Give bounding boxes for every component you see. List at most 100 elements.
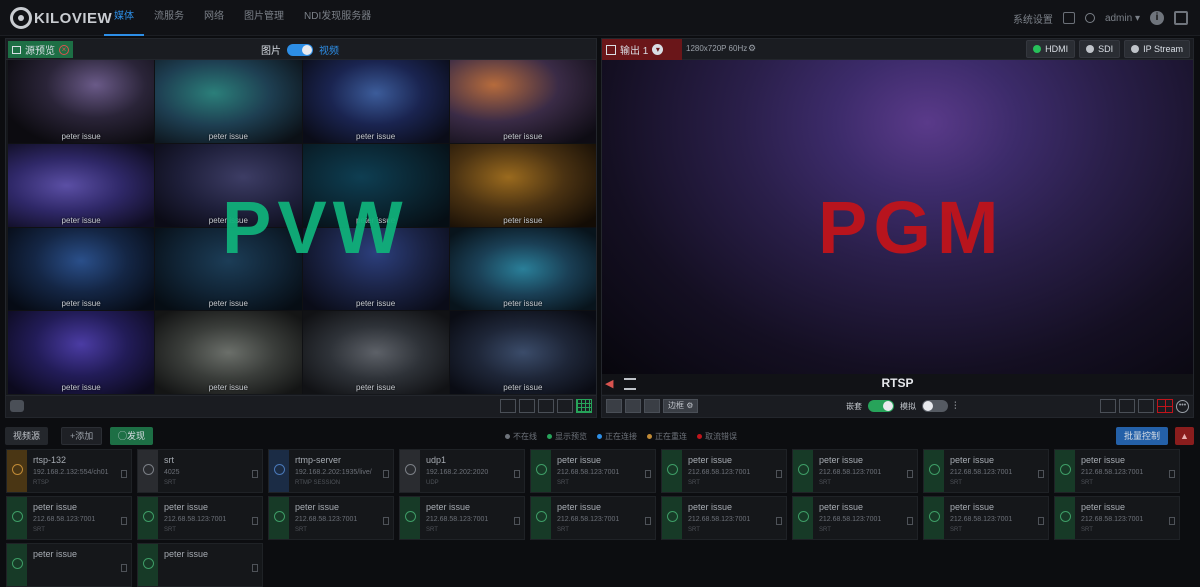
fullscreen-icon[interactable] [1174, 11, 1188, 25]
copy-icon[interactable] [907, 470, 913, 478]
source-card[interactable]: peter issue 212.68.58.123:7001 SRT [6, 496, 132, 540]
source-address: 212.68.58.123:7001 [950, 516, 1013, 523]
close-icon[interactable]: × [59, 44, 69, 55]
copy-icon[interactable] [121, 564, 127, 572]
copy-icon[interactable] [1169, 517, 1175, 525]
source-tile[interactable]: peter issue [449, 311, 596, 394]
gear-icon[interactable]: ⚙ [748, 43, 756, 54]
copy-icon[interactable] [383, 517, 389, 525]
ip-stream-button[interactable]: IP Stream [1124, 40, 1190, 58]
source-tile[interactable]: peter issue [155, 143, 302, 227]
program-view[interactable] [602, 60, 1193, 374]
copy-icon[interactable] [1169, 470, 1175, 478]
batch-control-button[interactable]: 批量控制 [1116, 427, 1169, 445]
device-icon[interactable] [1062, 12, 1075, 24]
source-card[interactable]: peter issue 212.68.58.123:7001 SRT [1054, 449, 1180, 493]
sdi-button[interactable]: SDI [1079, 40, 1121, 58]
source-card[interactable]: peter issue 212.68.58.123:7001 SRT [661, 449, 787, 493]
layout-1-icon[interactable] [1100, 399, 1116, 413]
copy-icon[interactable] [252, 470, 258, 478]
layout-4-icon[interactable] [538, 399, 554, 413]
eye-icon[interactable] [10, 400, 24, 412]
source-card[interactable]: peter issue 212.68.58.123:7001 SRT [792, 496, 918, 540]
layout-9-icon[interactable] [557, 399, 573, 413]
nav-network[interactable]: 网络 [194, 0, 234, 36]
layout-3-icon[interactable] [1138, 399, 1154, 413]
layout-16-icon[interactable] [576, 399, 592, 413]
layout-1-icon[interactable] [500, 399, 516, 413]
copy-icon[interactable] [121, 517, 127, 525]
source-card[interactable]: peter issue 212.68.58.123:7001 SRT [530, 449, 656, 493]
source-card[interactable]: rtsp-132 192.168.2.132:554/ch01 RTSP [6, 449, 132, 493]
add-source-button[interactable]: +添加 [61, 427, 103, 445]
simulate-switch[interactable] [922, 400, 948, 412]
source-card[interactable]: peter issue 212.68.58.123:7001 SRT [792, 449, 918, 493]
hdmi-button[interactable]: HDMI [1026, 40, 1076, 58]
eye-icon[interactable] [644, 399, 660, 413]
copy-icon[interactable] [121, 470, 127, 478]
source-card[interactable]: peter issue 212.68.58.123:7001 SRT [923, 449, 1049, 493]
nav-ndi-discovery[interactable]: NDI发现服务器 [294, 0, 381, 36]
source-card[interactable]: peter issue 212.68.58.123:7001 SRT [268, 496, 394, 540]
source-tile[interactable]: peter issue [449, 143, 596, 227]
source-card[interactable]: srt 4025 SRT [137, 449, 263, 493]
border-button[interactable]: 边框 ⚙ [663, 399, 699, 413]
delete-icon[interactable]: ▲ [1175, 427, 1194, 445]
source-card[interactable]: peter issue 212.68.58.123:7001 SRT [1054, 496, 1180, 540]
source-tile[interactable]: peter issue [8, 60, 155, 143]
source-card[interactable]: peter issue [137, 543, 263, 587]
help-icon[interactable]: i [1150, 11, 1164, 25]
source-tile[interactable]: peter issue [155, 227, 302, 311]
source-address: 192.168.2.132:554/ch01 [33, 469, 109, 476]
copy-icon[interactable] [907, 517, 913, 525]
source-tile[interactable]: peter issue [302, 311, 449, 394]
source-tile[interactable]: peter issue [302, 227, 449, 311]
tab-video-sources[interactable]: 视频源 [5, 427, 49, 445]
source-tile[interactable]: peter issue [8, 143, 155, 227]
source-tile[interactable]: peter issue [8, 311, 155, 394]
source-tile[interactable]: peter issue [449, 60, 596, 143]
copy-icon[interactable] [1038, 470, 1044, 478]
user-menu[interactable]: admin ▾ [1105, 13, 1140, 24]
copy-icon[interactable] [645, 517, 651, 525]
layout-2-icon[interactable] [1119, 399, 1135, 413]
source-preview-badge[interactable]: 源预览 × [8, 41, 73, 58]
copy-icon[interactable] [776, 470, 782, 478]
source-tile[interactable]: peter issue [449, 227, 596, 311]
text-icon[interactable] [625, 399, 641, 413]
source-tile[interactable]: peter issue [155, 60, 302, 143]
source-tile[interactable]: peter issue [302, 143, 449, 227]
discover-button[interactable]: ◯发现 [110, 427, 154, 445]
nest-switch[interactable] [868, 400, 894, 412]
source-card[interactable]: udp1 192.168.2.202:2020 UDP [399, 449, 525, 493]
nav-image-management[interactable]: 图片管理 [234, 0, 294, 36]
copy-icon[interactable] [645, 470, 651, 478]
copy-icon[interactable] [252, 517, 258, 525]
more-icon[interactable]: ••• [1176, 399, 1189, 413]
nav-stream-service[interactable]: 流服务 [144, 0, 194, 36]
source-card[interactable]: rtmp-server 192.168.2.202:1935/live/RTMP … [268, 449, 394, 493]
source-card[interactable]: peter issue 212.68.58.123:7001 SRT [661, 496, 787, 540]
source-card[interactable]: peter issue 212.68.58.123:7001 SRT [399, 496, 525, 540]
source-tile[interactable]: peter issue [302, 60, 449, 143]
source-card[interactable]: peter issue 212.68.58.123:7001 SRT [530, 496, 656, 540]
copy-icon[interactable] [383, 470, 389, 478]
image-icon[interactable] [606, 399, 622, 413]
mode-switch[interactable] [287, 43, 313, 56]
source-card[interactable]: peter issue 212.68.58.123:7001 SRT [923, 496, 1049, 540]
copy-icon[interactable] [776, 517, 782, 525]
source-card[interactable]: peter issue 212.68.58.123:7001 SRT [137, 496, 263, 540]
nav-media[interactable]: 媒体 [104, 0, 144, 36]
system-settings-link[interactable]: 系统设置 [1013, 11, 1053, 26]
copy-icon[interactable] [514, 517, 520, 525]
layout-4-icon[interactable] [1157, 399, 1173, 413]
copy-icon[interactable] [1038, 517, 1044, 525]
source-tile[interactable]: peter issue [8, 227, 155, 311]
layout-2-icon[interactable] [519, 399, 535, 413]
output-selector[interactable]: 输出 1 ▾ [602, 39, 682, 60]
copy-icon[interactable] [252, 564, 258, 572]
source-tile[interactable]: peter issue [155, 311, 302, 394]
source-card[interactable]: peter issue [6, 543, 132, 587]
copy-icon[interactable] [514, 470, 520, 478]
sliders-icon[interactable]: ⫶ [954, 401, 957, 412]
